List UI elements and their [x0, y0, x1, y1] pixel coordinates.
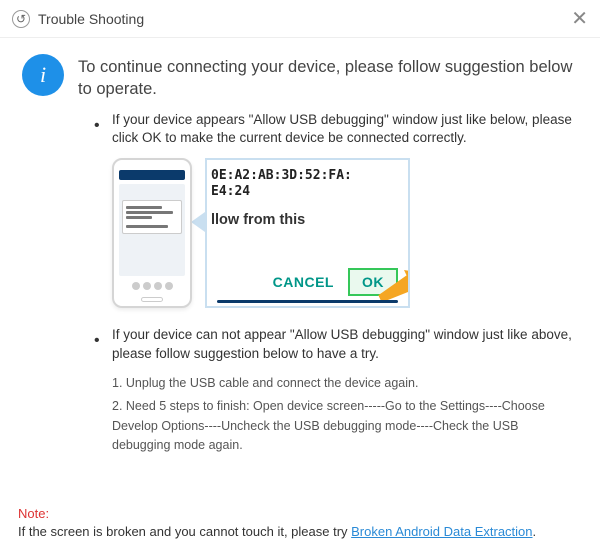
dialog-body: i To continue connecting your device, pl… — [0, 38, 600, 470]
window-title: Trouble Shooting — [38, 11, 560, 27]
dialog-zoom-panel: 0E:A2:AB:3D:52:FA: E4:24 llow from this … — [205, 158, 410, 308]
step-item: 2. Need 5 steps to finish: Open device s… — [112, 397, 578, 455]
lead-text: To continue connecting your device, plea… — [78, 54, 578, 101]
note-text: If the screen is broken and you cannot t… — [18, 524, 351, 539]
phone-mockup — [112, 158, 192, 308]
info-icon: i — [22, 54, 64, 96]
numbered-steps: 1. Unplug the USB cable and connect the … — [112, 374, 578, 456]
fingerprint-line: E4:24 — [211, 184, 398, 200]
broken-android-link[interactable]: Broken Android Data Extraction — [351, 524, 532, 539]
lead-row: i To continue connecting your device, pl… — [22, 54, 578, 101]
app-icon: ↺ — [12, 10, 30, 28]
titlebar: ↺ Trouble Shooting ✕ — [0, 0, 600, 38]
footer-note: Note: If the screen is broken and you ca… — [18, 505, 582, 541]
fingerprint-line: 0E:A2:AB:3D:52:FA: — [211, 168, 398, 184]
bullet-list: If your device appears "Allow USB debugg… — [94, 111, 578, 149]
bullet-list: If your device can not appear "Allow USB… — [94, 326, 578, 364]
step-item: 1. Unplug the USB cable and connect the … — [112, 374, 578, 393]
bullet-item: If your device can not appear "Allow USB… — [94, 326, 578, 364]
close-button[interactable]: ✕ — [560, 6, 588, 31]
cancel-button[interactable]: CANCEL — [273, 274, 334, 290]
allow-from-text: llow from this — [211, 212, 398, 228]
bullet-item: If your device appears "Allow USB debugg… — [94, 111, 578, 149]
callout-tail — [191, 212, 205, 232]
illustration: 0E:A2:AB:3D:52:FA: E4:24 llow from this … — [112, 158, 578, 308]
note-suffix: . — [533, 524, 537, 539]
note-label: Note: — [18, 506, 49, 521]
